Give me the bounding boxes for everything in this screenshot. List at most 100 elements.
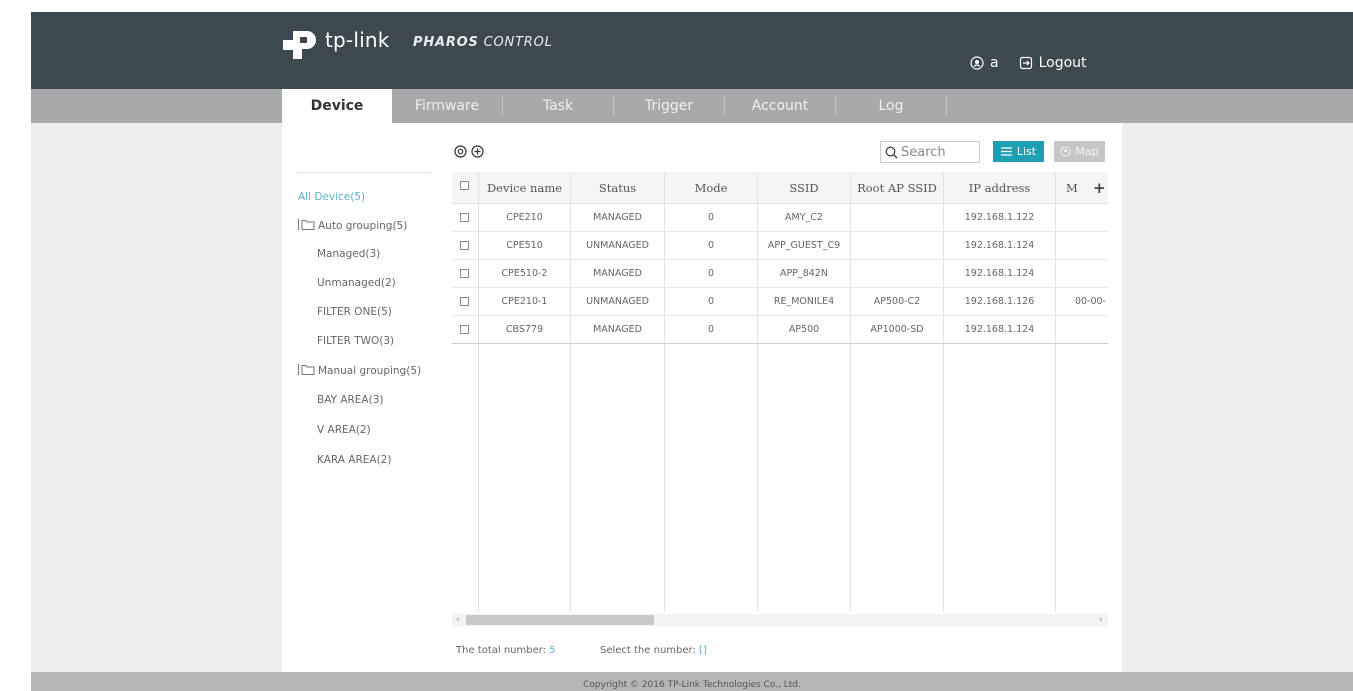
sidebar-item-managed[interactable]: Managed(3) xyxy=(317,248,380,260)
sidebar-item-label: FILTER ONE(5) xyxy=(317,306,392,318)
cell-ssid: AMY_C2 xyxy=(785,212,823,223)
cell-ip-address: 192.168.1.124 xyxy=(964,268,1035,279)
list-view-label: List xyxy=(1016,145,1037,158)
list-icon xyxy=(1000,147,1012,156)
folder-icon xyxy=(298,364,315,375)
sidebar-item-bay-area[interactable]: BAY AREA(3) xyxy=(317,394,384,406)
tab-task[interactable]: Task xyxy=(503,89,613,123)
sidebar-item-label: KARA AREA(2) xyxy=(317,454,392,466)
sidebar-item-kara-area[interactable]: KARA AREA(2) xyxy=(317,454,391,466)
cell-status: MANAGED xyxy=(593,324,642,335)
row-checkbox[interactable] xyxy=(460,269,469,278)
cell-root-ap-ssid: AP1000-SD xyxy=(870,324,924,335)
select-label: Select the number: xyxy=(599,645,696,656)
cell-device-name: CPE210 xyxy=(506,212,543,223)
row-checkbox[interactable] xyxy=(460,325,469,334)
scroll-left-icon[interactable]: ‹ xyxy=(456,614,460,626)
sidebar-item-label: Manual grouping(5) xyxy=(318,365,422,377)
cell-root-ap-ssid xyxy=(851,204,943,232)
cell-status: MANAGED xyxy=(593,268,642,279)
cell-device-name: CBS779 xyxy=(505,324,544,335)
cell-ssid: RE_MONILE4 xyxy=(773,296,835,307)
add-icon[interactable] xyxy=(471,145,484,158)
search-box[interactable] xyxy=(880,141,980,163)
cell-device-name: CPE510-2 xyxy=(501,268,548,279)
tab-log[interactable]: Log xyxy=(836,89,946,123)
cell-mode: 0 xyxy=(707,268,715,279)
cell-ip-address: 192.168.1.124 xyxy=(964,324,1035,335)
refresh-icon[interactable] xyxy=(454,145,467,158)
column-header-ip-address[interactable]: IP address xyxy=(944,172,1055,204)
cell-mac xyxy=(1056,260,1108,288)
cell-root-ap-ssid xyxy=(851,232,943,260)
cell-root-ap-ssid: AP500-C2 xyxy=(873,296,921,307)
tab-trigger[interactable]: Trigger xyxy=(614,89,724,123)
cell-mode: 0 xyxy=(707,212,715,223)
sidebar-item-v-area[interactable]: V AREA(2) xyxy=(317,424,371,436)
app-root: tp-link PHAROS CONTROL a Logout Device F… xyxy=(0,0,1353,691)
sidebar-item-label: BAY AREA(3) xyxy=(317,394,384,406)
top-header xyxy=(31,12,1353,89)
cell-mode: 0 xyxy=(707,240,715,251)
select-value: [] xyxy=(699,645,707,656)
tab-firmware[interactable]: Firmware xyxy=(392,89,502,123)
row-checkbox[interactable] xyxy=(460,297,469,306)
sidebar-item-filter-two[interactable]: FILTER TWO(3) xyxy=(317,335,394,347)
cell-device-name: CPE510 xyxy=(506,240,543,251)
sidebar-item-filter-one[interactable]: FILTER ONE(5) xyxy=(317,306,392,318)
cell-root-ap-ssid xyxy=(851,260,943,288)
column-header-device-name[interactable]: Device name xyxy=(479,172,570,204)
product-name-light: CONTROL xyxy=(478,35,553,50)
map-view-label: Map xyxy=(1075,145,1099,158)
list-view-button[interactable]: List xyxy=(993,141,1044,162)
sidebar-item-label: Managed(3) xyxy=(317,248,381,260)
cell-mac xyxy=(1056,232,1108,260)
map-view-button[interactable]: Map xyxy=(1054,141,1105,162)
sidebar-item-label: Auto grouping(5) xyxy=(318,220,408,232)
cell-status: MANAGED xyxy=(593,212,642,223)
sidebar-item-auto-grouping[interactable]: Auto grouping(5) xyxy=(298,219,407,232)
product-name: PHAROS CONTROL xyxy=(413,35,553,50)
cell-mac xyxy=(1056,204,1108,232)
sidebar-item-label: All Device(5) xyxy=(298,191,366,203)
tab-account[interactable]: Account xyxy=(725,89,835,123)
cell-ip-address: 192.168.1.126 xyxy=(964,296,1035,307)
row-checkbox[interactable] xyxy=(460,241,469,250)
row-checkbox[interactable] xyxy=(460,213,469,222)
total-value: 5 xyxy=(549,645,556,656)
logout-icon[interactable] xyxy=(1019,56,1033,70)
column-header-status[interactable]: Status xyxy=(571,172,664,204)
sidebar-item-unmanaged[interactable]: Unmanaged(2) xyxy=(317,277,396,289)
search-input[interactable] xyxy=(901,144,979,160)
map-pin-icon xyxy=(1060,146,1071,157)
product-name-bold: PHAROS xyxy=(413,35,479,50)
user-name[interactable]: a xyxy=(990,55,999,71)
sidebar-divider xyxy=(297,172,431,173)
brand-name: tp-link xyxy=(325,28,390,52)
table-toolbar-icons xyxy=(454,145,484,158)
column-header-root-ap-ssid[interactable]: Root AP SSID xyxy=(851,172,943,204)
cell-ssid: AP500 xyxy=(788,324,820,335)
column-header-mac[interactable]: M xyxy=(1066,172,1088,204)
scroll-right-icon[interactable]: › xyxy=(1099,614,1103,626)
search-icon xyxy=(885,146,898,159)
cell-device-name: CPE210-1 xyxy=(501,296,548,307)
scrollbar-thumb[interactable] xyxy=(466,615,654,625)
select-all-checkbox[interactable] xyxy=(460,181,469,190)
cell-status: UNMANAGED xyxy=(586,240,649,251)
cell-ip-address: 192.168.1.124 xyxy=(964,240,1035,251)
sidebar-item-all-device[interactable]: All Device(5) xyxy=(298,191,365,203)
tab-device[interactable]: Device xyxy=(282,89,392,123)
cell-ip-address: 192.168.1.122 xyxy=(964,212,1035,223)
add-column-icon[interactable]: + xyxy=(1093,179,1106,197)
tab-separator xyxy=(946,96,947,116)
column-header-mode[interactable]: Mode xyxy=(665,172,757,204)
cell-mode: 0 xyxy=(707,296,715,307)
table-stats: The total number: 5 Select the number: [… xyxy=(456,645,707,656)
logout-button[interactable]: Logout xyxy=(1039,55,1087,71)
footer-copyright: Copyright © 2016 TP-Link Technologies Co… xyxy=(31,672,1353,691)
sidebar-item-manual-grouping[interactable]: Manual grouping(5) xyxy=(298,364,421,377)
column-header-ssid[interactable]: SSID xyxy=(758,172,850,204)
cell-mac xyxy=(1056,316,1108,344)
cell-ssid: APP_842N xyxy=(780,268,828,279)
